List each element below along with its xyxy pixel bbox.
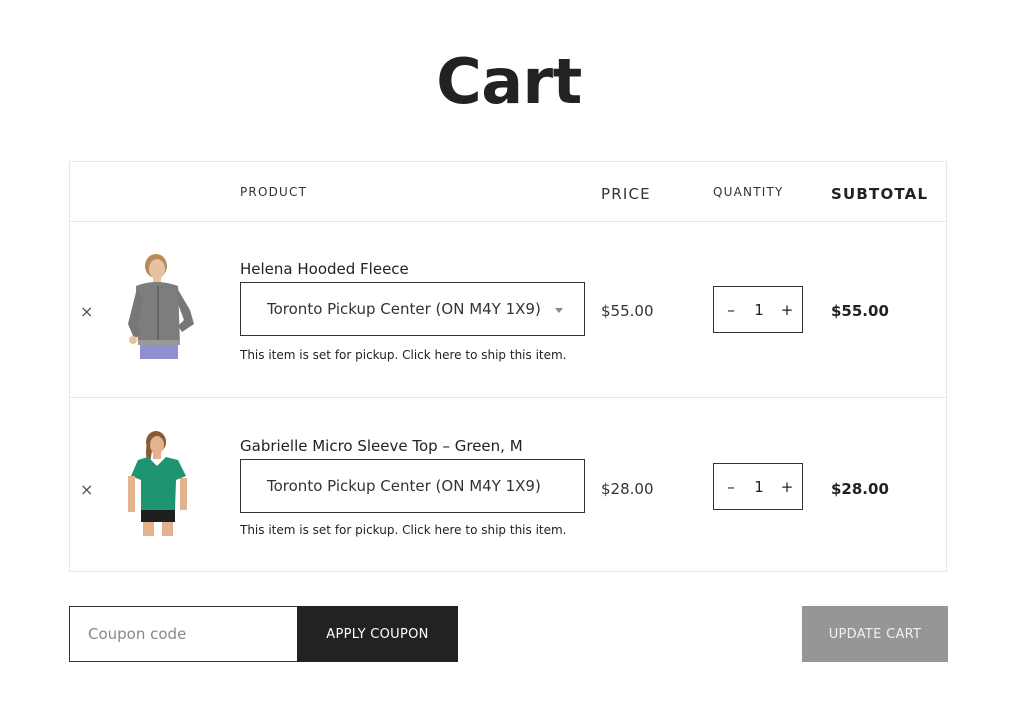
update-cart-button[interactable]: UPDATE CART [802,606,948,662]
cart-table-header: PRODUCT PRICE QUANTITY SUBTOTAL [70,162,946,222]
cart-item-row: × Gabrielle Micro Sleeve Top – Green, M … [70,398,946,572]
remove-item-button[interactable]: × [80,482,93,498]
quantity-increase-button[interactable]: + [780,478,794,496]
cart-table: PRODUCT PRICE QUANTITY SUBTOTAL × Helena… [69,161,947,572]
item-price: $28.00 [601,480,654,498]
header-subtotal: SUBTOTAL [831,185,929,203]
pickup-note-link[interactable]: This item is set for pickup. Click here … [240,523,567,537]
quantity-increase-button[interactable]: + [780,301,794,319]
pickup-location-select[interactable]: Toronto Pickup Center (ON M4Y 1X9) [240,282,585,336]
pickup-location-select[interactable]: Toronto Pickup Center (ON M4Y 1X9) [240,459,585,513]
quantity-stepper: – 1 + [713,286,803,333]
page-title: Cart [436,45,582,118]
green-tshirt-photo[interactable] [120,430,204,540]
quantity-stepper: – 1 + [713,463,803,510]
quantity-decrease-button[interactable]: – [724,301,738,319]
remove-item-button[interactable]: × [80,304,93,320]
pickup-location-value: Toronto Pickup Center (ON M4Y 1X9) [267,300,541,318]
quantity-decrease-button[interactable]: – [724,478,738,496]
cart-item-row: × Helena Hooded Fleece Toronto Pickup Ce… [70,221,946,398]
pickup-location-value: Toronto Pickup Center (ON M4Y 1X9) [267,477,541,495]
item-subtotal: $28.00 [831,480,889,498]
pickup-note-link[interactable]: This item is set for pickup. Click here … [240,348,567,362]
header-quantity: QUANTITY [713,185,784,199]
header-price: PRICE [601,185,651,203]
item-subtotal: $55.00 [831,302,889,320]
quantity-input[interactable]: 1 [752,478,766,496]
apply-coupon-button[interactable]: APPLY COUPON [297,606,458,662]
product-name-link[interactable]: Helena Hooded Fleece [240,260,409,278]
item-price: $55.00 [601,302,654,320]
chevron-down-icon [555,308,563,313]
quantity-input[interactable]: 1 [752,301,766,319]
cart-page: Cart PRODUCT PRICE QUANTITY SUBTOTAL × H… [0,0,1024,716]
header-product: PRODUCT [240,185,308,199]
coupon-code-input[interactable] [69,606,298,662]
product-name-link[interactable]: Gabrielle Micro Sleeve Top – Green, M [240,437,523,455]
gray-hooded-fleece-photo[interactable] [120,252,204,362]
